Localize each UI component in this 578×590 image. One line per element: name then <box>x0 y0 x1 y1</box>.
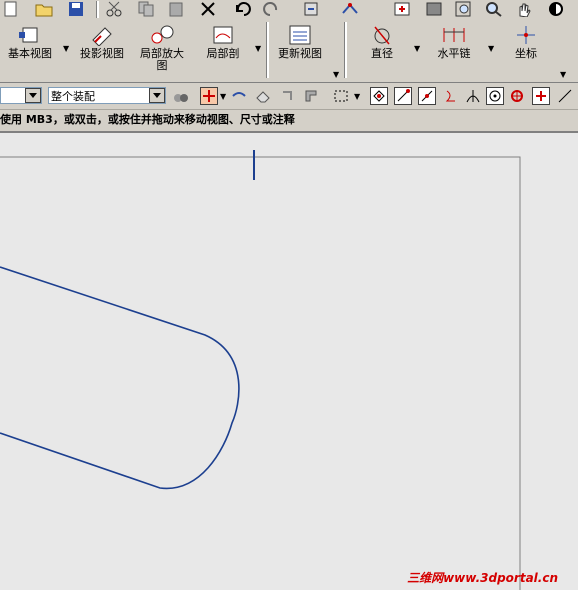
diameter-icon <box>367 22 397 48</box>
repeat-command-icon[interactable] <box>302 0 322 18</box>
ordinate-dimension-button[interactable]: 坐标 <box>500 22 552 80</box>
snap-line-icon[interactable] <box>394 87 412 105</box>
horizontal-chain-label: 水平链 <box>437 47 471 60</box>
chevron-down-icon[interactable]: ▼ <box>354 92 360 101</box>
chevron-down-icon[interactable]: ▼ <box>560 70 566 79</box>
base-view-icon <box>15 22 45 48</box>
selection-scope-dropdown[interactable]: 整个装配 <box>48 87 166 104</box>
fit-icon[interactable] <box>392 0 412 18</box>
delete-icon[interactable] <box>198 0 218 18</box>
cue-line-text: 使用 MB3，或双击，或按住并拖动来移动视图、尺寸或注释 <box>0 113 295 126</box>
shaded-icon[interactable] <box>424 0 444 18</box>
toolbar-separator <box>344 22 347 78</box>
drawing-toolbar: 基本视图 ▼ 投影视图 局部放大 图 局部剖 ▼ 更新视图 ▼ 直径 ▼ 水平链… <box>0 20 578 83</box>
paste-icon[interactable] <box>166 0 186 18</box>
horizontal-chain-button[interactable]: 水平链 <box>426 22 482 80</box>
undo-icon[interactable] <box>232 0 252 18</box>
base-view-label: 基本视图 <box>8 47 52 60</box>
chevron-down-icon[interactable]: ▼ <box>255 44 261 53</box>
break-out-section-button[interactable]: 局部剖 <box>196 22 250 80</box>
projected-view-icon <box>87 22 117 48</box>
update-views-button[interactable]: 更新视图 <box>272 22 328 80</box>
graphics-window[interactable]: 三维网www.3dportal.cn <box>0 131 578 590</box>
update-views-label: 更新视图 <box>278 47 322 60</box>
snap-arc-center-icon[interactable] <box>486 87 504 105</box>
arrow-icon[interactable] <box>230 87 248 105</box>
break-out-section-icon <box>208 22 238 48</box>
toolbar-separator <box>266 22 269 78</box>
drawing-sheet-border <box>0 156 521 590</box>
chevron-down-icon[interactable]: ▼ <box>63 44 69 53</box>
move-icon[interactable] <box>278 87 296 105</box>
rotate-icon[interactable] <box>546 0 566 18</box>
horizontal-chain-icon <box>439 22 469 48</box>
type-filter-dropdown[interactable] <box>0 87 42 104</box>
detail-view-icon <box>147 22 177 48</box>
base-view-button[interactable]: 基本视图 <box>2 22 58 80</box>
projected-view-button[interactable]: 投影视图 <box>74 22 130 80</box>
detail-view-label: 局部放大 图 <box>140 47 184 72</box>
toolbar-separator <box>96 1 99 18</box>
ordinate-label: 坐标 <box>515 47 537 60</box>
chevron-down-icon[interactable] <box>149 88 165 103</box>
select-box-icon[interactable] <box>332 87 350 105</box>
chevron-down-icon[interactable] <box>25 88 41 103</box>
watermark-logo: 三维网www.3dportal.cn <box>407 571 558 585</box>
copy-icon[interactable] <box>136 0 156 18</box>
selection-scope-value: 整个装配 <box>51 90 95 103</box>
snap-curve-icon[interactable] <box>442 87 460 105</box>
selection-bar: 整个装配 ▼ ▼ <box>0 83 578 110</box>
break-out-section-label: 局部剖 <box>206 47 240 60</box>
snap-point-on-curve-icon[interactable] <box>532 87 550 105</box>
ordinate-icon <box>511 22 541 48</box>
snap-tangent-icon[interactable] <box>556 87 574 105</box>
chevron-down-icon[interactable]: ▼ <box>414 44 420 53</box>
snap-intersection-icon[interactable] <box>464 87 482 105</box>
new-file-icon[interactable] <box>0 0 20 18</box>
projected-view-label: 投影视图 <box>80 47 124 60</box>
drawing-canvas[interactable] <box>0 133 578 590</box>
update-views-icon <box>285 22 315 48</box>
snap-endpoint-icon[interactable] <box>370 87 388 105</box>
zoom-window-icon[interactable] <box>454 0 474 18</box>
snap-quadrant-icon[interactable] <box>508 87 526 105</box>
cut-icon[interactable] <box>104 0 124 18</box>
open-folder-icon[interactable] <box>34 0 54 18</box>
pan-icon[interactable] <box>514 0 534 18</box>
snap-point-icon[interactable] <box>200 87 218 105</box>
redo-icon[interactable] <box>262 0 282 18</box>
snap-midpoint-icon[interactable] <box>418 87 436 105</box>
chevron-down-icon[interactable]: ▼ <box>333 70 339 79</box>
eraser-icon[interactable] <box>254 87 272 105</box>
chevron-down-icon[interactable]: ▼ <box>220 92 226 101</box>
chevron-down-icon[interactable]: ▼ <box>488 44 494 53</box>
part-outline-curve <box>0 266 240 490</box>
diameter-dimension-button[interactable]: 直径 <box>356 22 408 80</box>
feature-icon[interactable] <box>302 87 320 105</box>
detail-view-button[interactable]: 局部放大 图 <box>134 22 190 80</box>
cue-line: 使用 MB3，或双击，或按住并拖动来移动视图、尺寸或注释 <box>0 110 578 130</box>
view-triad-icon[interactable] <box>340 0 360 18</box>
standard-toolbar <box>0 0 578 21</box>
selection-filter-icon[interactable] <box>172 87 190 105</box>
diameter-label: 直径 <box>371 47 393 60</box>
save-icon[interactable] <box>66 0 86 18</box>
zoom-icon[interactable] <box>484 0 504 18</box>
